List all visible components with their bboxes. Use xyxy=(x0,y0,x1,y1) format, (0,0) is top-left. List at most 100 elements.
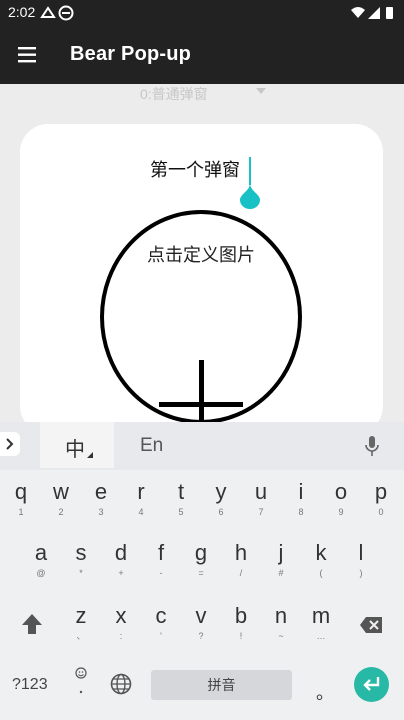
app-bar: Bear Pop-up xyxy=(0,26,404,84)
key-letter: h xyxy=(234,540,248,565)
image-picker-label: 点击定义图片 xyxy=(147,245,255,265)
enter-key[interactable] xyxy=(354,667,389,702)
key-m[interactable]: m… xyxy=(301,600,341,656)
microphone-icon[interactable] xyxy=(364,435,380,457)
key-x[interactable]: x: xyxy=(101,600,141,656)
key-letter: e xyxy=(94,479,108,504)
key-c[interactable]: c ' xyxy=(141,600,181,656)
key-s[interactable]: s * xyxy=(61,537,101,593)
key-r[interactable]: r4 xyxy=(121,476,161,532)
menu-icon[interactable] xyxy=(16,43,40,67)
key-hint: 5 xyxy=(178,507,184,517)
key-letter: n xyxy=(274,603,288,628)
period-key[interactable]: 。 xyxy=(316,679,334,705)
key-hint: ~ xyxy=(278,631,284,641)
key-p[interactable]: p0 xyxy=(361,476,401,532)
space-key[interactable]: 拼音 xyxy=(151,670,292,700)
key-l[interactable]: l) xyxy=(341,537,381,593)
key-letter: r xyxy=(137,479,145,504)
key-letter: o xyxy=(334,479,348,504)
key-letter: b xyxy=(234,603,248,628)
key-hint: 9 xyxy=(338,507,344,517)
shift-icon[interactable] xyxy=(20,612,44,636)
popup-type-spinner[interactable]: 0:普通弹窗 xyxy=(140,84,280,102)
key-o[interactable]: o9 xyxy=(321,476,361,532)
key-hint: - xyxy=(159,568,163,578)
key-n[interactable]: n ~ xyxy=(261,600,301,656)
key-letter: i xyxy=(298,479,304,504)
key-hint: = xyxy=(198,568,204,578)
toolbar-expand-button[interactable] xyxy=(0,432,20,456)
key-v[interactable]: v? xyxy=(181,600,221,656)
key-j[interactable]: j # xyxy=(261,537,301,593)
key-f[interactable]: f- xyxy=(141,537,181,593)
key-hint: 4 xyxy=(138,507,144,517)
key-letter: l xyxy=(358,540,364,565)
key-letter: s xyxy=(75,540,87,565)
key-y[interactable]: y6 xyxy=(201,476,241,532)
chevron-right-icon xyxy=(6,438,14,450)
key-t[interactable]: t5 xyxy=(161,476,201,532)
key-a[interactable]: a @ xyxy=(21,537,61,593)
wifi-signal-battery-icon xyxy=(351,7,393,19)
key-q[interactable]: q1 xyxy=(1,476,41,532)
key-letter: w xyxy=(53,479,69,504)
key-hint: # xyxy=(278,568,284,578)
key-letter: u xyxy=(254,479,268,504)
key-u[interactable]: u7 xyxy=(241,476,281,532)
key-letter: d xyxy=(114,540,128,565)
english-mode-key[interactable]: En xyxy=(140,435,163,457)
key-hint: … xyxy=(316,631,326,641)
key-hint: ? xyxy=(198,631,204,641)
chinese-mode-key[interactable]: 中 xyxy=(40,422,114,468)
sync-icon xyxy=(40,5,74,21)
dialog-title-input[interactable]: 第一个弹窗 xyxy=(150,156,240,182)
symbols-key[interactable]: ?123 xyxy=(12,676,48,694)
keyboard-toolbar: 中 En xyxy=(0,422,404,470)
key-hint: 8 xyxy=(298,507,304,517)
emoji-key-icon[interactable] xyxy=(73,666,99,702)
key-hint: / xyxy=(239,568,243,578)
key-g[interactable]: g = xyxy=(181,537,221,593)
enter-arrow-icon xyxy=(363,677,380,691)
key-letter: m xyxy=(311,603,331,628)
key-z[interactable]: z、 xyxy=(61,600,101,656)
key-k[interactable]: k( xyxy=(301,537,341,593)
text-selection-handle[interactable] xyxy=(239,183,261,209)
key-hint: 、 xyxy=(76,631,86,641)
key-letter: v xyxy=(195,603,207,628)
corner-triangle-icon xyxy=(87,452,93,458)
spinner-selected-value: 0:普通弹窗 xyxy=(140,86,208,102)
key-hint: * xyxy=(79,568,83,578)
key-d[interactable]: d + xyxy=(101,537,141,593)
key-hint: ( xyxy=(319,568,323,578)
key-hint: @ xyxy=(36,568,46,578)
status-right-icons xyxy=(350,5,396,26)
key-letter: z xyxy=(75,603,87,628)
key-b[interactable]: b! xyxy=(221,600,261,656)
key-e[interactable]: e3 xyxy=(81,476,121,532)
key-letter: a xyxy=(34,540,48,565)
key-w[interactable]: w2 xyxy=(41,476,81,532)
key-letter: q xyxy=(14,479,28,504)
key-letter: k xyxy=(315,540,327,565)
backspace-icon[interactable] xyxy=(359,616,383,634)
globe-icon[interactable] xyxy=(110,673,132,695)
key-hint: 3 xyxy=(98,507,104,517)
key-h[interactable]: h / xyxy=(221,537,261,593)
app-title: Bear Pop-up xyxy=(70,43,192,65)
dropdown-arrow-icon xyxy=(256,88,266,94)
key-letter: f xyxy=(157,540,165,565)
text-cursor xyxy=(249,157,251,185)
key-hint: : xyxy=(119,631,123,641)
soft-keyboard: 中 En q 1 w 2 e 3 r 4 t 5 y 6 u 7 i 8 o 9 p 0 a @ s * d + f - g = h / j # k… xyxy=(0,422,404,720)
key-letter: j xyxy=(278,540,284,565)
image-picker[interactable]: 点击定义图片 xyxy=(100,210,302,450)
chinese-mode-label: 中 xyxy=(65,439,85,461)
key-hint: + xyxy=(118,568,124,578)
key-letter: x xyxy=(115,603,127,628)
key-hint: 0 xyxy=(378,507,384,517)
key-hint: ! xyxy=(239,631,243,641)
key-i[interactable]: i8 xyxy=(281,476,321,532)
key-letter: p xyxy=(374,479,388,504)
